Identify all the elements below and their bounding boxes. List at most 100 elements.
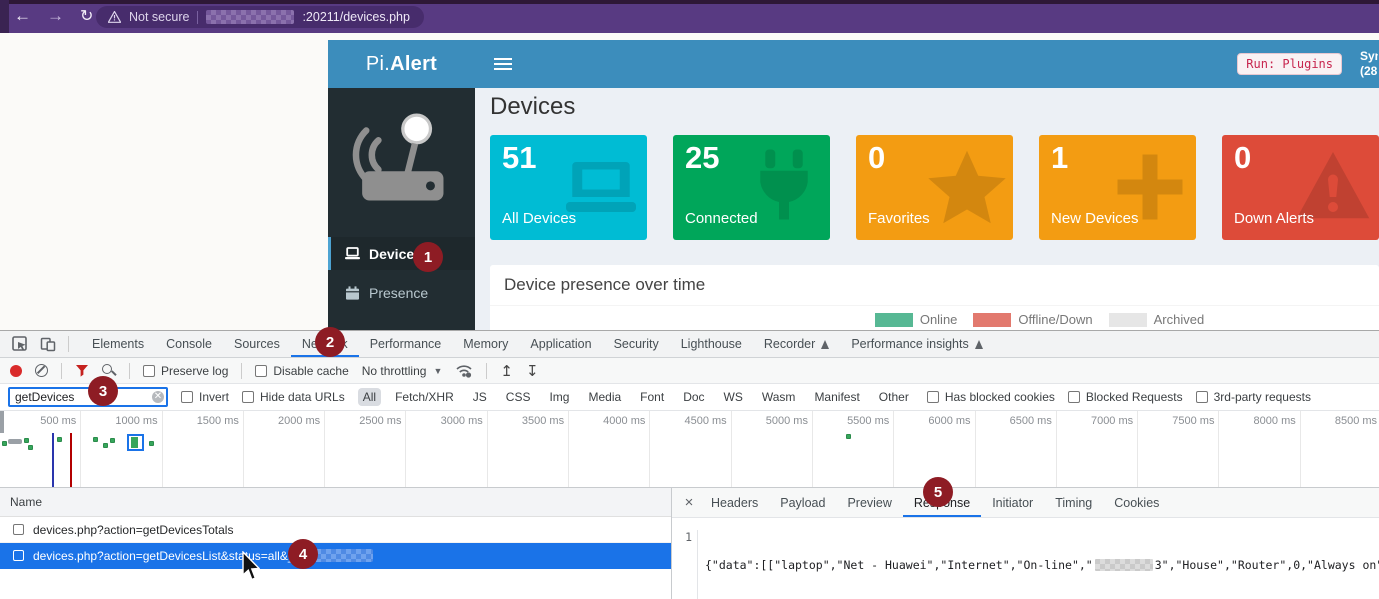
- checkbox[interactable]: [181, 391, 193, 403]
- card-favorites[interactable]: 0 Favorites: [856, 135, 1013, 240]
- disable-cache-checkbox[interactable]: Disable cache: [255, 364, 348, 378]
- devtools-tab[interactable]: Recorder: [753, 331, 840, 357]
- devtools-tab[interactable]: Sources: [223, 331, 291, 357]
- toolbar-divider: [129, 363, 130, 379]
- detail-tab[interactable]: Cookies: [1103, 488, 1170, 517]
- laptop-icon: [345, 247, 360, 260]
- clear-network-log-icon[interactable]: [35, 364, 48, 377]
- sidebar-item-presence[interactable]: Presence: [328, 276, 475, 309]
- filter-checkbox[interactable]: 3rd-party requests: [1196, 390, 1311, 404]
- response-body[interactable]: 1 {"data":[["laptop","Net - Huawei","Int…: [672, 518, 1379, 599]
- timeline-tick-label: 4500 ms: [650, 411, 731, 487]
- run-plugins-button[interactable]: Run: Plugins: [1237, 53, 1342, 75]
- preserve-log-checkbox[interactable]: Preserve log: [143, 364, 228, 378]
- request-detail-pane: × HeadersPayloadPreviewResponseInitiator…: [672, 488, 1379, 599]
- inspect-element-icon[interactable]: [12, 336, 28, 352]
- card-new-devices[interactable]: 1 New Devices: [1039, 135, 1196, 240]
- request-row-totals[interactable]: devices.php?action=getDevicesTotals: [0, 517, 671, 543]
- checkbox[interactable]: [13, 550, 24, 561]
- close-icon[interactable]: ×: [678, 488, 700, 517]
- filter-chip[interactable]: WS: [719, 388, 748, 406]
- timeline-mark: [110, 438, 115, 443]
- back-icon[interactable]: ←: [14, 6, 31, 26]
- timeline-scroll-handle[interactable]: [0, 411, 4, 433]
- hide-data-urls-checkbox[interactable]: Hide data URLs: [242, 390, 345, 404]
- network-overview-timeline[interactable]: 500 ms1000 ms1500 ms2000 ms2500 ms3000 m…: [0, 411, 1379, 488]
- chevron-down-icon: ▼: [433, 366, 442, 376]
- redacted-response-value: [1095, 559, 1153, 571]
- toolbar-divider: [61, 363, 62, 379]
- invert-checkbox[interactable]: Invert: [181, 390, 229, 404]
- card-label: Down Alerts: [1234, 210, 1314, 227]
- checkbox[interactable]: [255, 365, 267, 377]
- checkbox[interactable]: [1196, 391, 1208, 403]
- filter-chip[interactable]: Font: [635, 388, 669, 406]
- not-secure-warning-icon: [108, 11, 121, 23]
- filter-chip[interactable]: CSS: [501, 388, 536, 406]
- devtools-tab[interactable]: Application: [519, 331, 602, 357]
- detail-tab[interactable]: Timing: [1044, 488, 1103, 517]
- filter-chip[interactable]: Fetch/XHR: [390, 388, 459, 406]
- detail-tab[interactable]: Initiator: [981, 488, 1044, 517]
- filter-checkbox[interactable]: Blocked Requests: [1068, 390, 1183, 404]
- device-toolbar-icon[interactable]: [40, 336, 56, 352]
- legend-swatch: [1109, 313, 1147, 327]
- sidebar-item-devices[interactable]: Devices: [328, 237, 475, 270]
- network-conditions-icon[interactable]: [455, 364, 473, 378]
- timeline-tick-label: 1500 ms: [163, 411, 244, 487]
- devtools-tab[interactable]: Elements: [81, 331, 155, 357]
- forward-icon[interactable]: →: [47, 6, 64, 26]
- card-all-devices[interactable]: 51 All Devices: [490, 135, 647, 240]
- app-logo[interactable]: Pi.Alert: [328, 40, 475, 88]
- filter-chip[interactable]: JS: [468, 388, 492, 406]
- detail-tab[interactable]: Headers: [700, 488, 769, 517]
- card-down-alerts[interactable]: 0 Down Alerts: [1222, 135, 1379, 240]
- filter-chip[interactable]: Img: [544, 388, 574, 406]
- timeline-mark: [149, 441, 154, 446]
- network-toolbar: Preserve log Disable cache No throttling…: [0, 358, 1379, 384]
- extra-filter-checks: Has blocked cookies Blocked Requests 3rd…: [927, 390, 1311, 404]
- devtools-tab[interactable]: Memory: [452, 331, 519, 357]
- devtools-tab[interactable]: Console: [155, 331, 223, 357]
- devtools-tab[interactable]: Performance insights: [840, 331, 993, 357]
- filter-chip[interactable]: Media: [583, 388, 626, 406]
- legend-offline: Offline/Down: [973, 312, 1092, 327]
- checkbox[interactable]: [242, 391, 254, 403]
- filter-chip[interactable]: Manifest: [809, 388, 864, 406]
- calendar-icon: [345, 286, 360, 300]
- checkbox[interactable]: [927, 391, 939, 403]
- hamburger-icon[interactable]: [494, 58, 512, 73]
- detail-tab[interactable]: Preview: [836, 488, 902, 517]
- request-row-devices-list[interactable]: devices.php?action=getDevicesList&status…: [0, 543, 671, 569]
- sync-status-text: Syn (28,: [1360, 49, 1378, 79]
- brand-pi: Pi.: [366, 53, 390, 76]
- address-bar[interactable]: Not secure :20211/devices.php: [96, 6, 424, 28]
- checkbox[interactable]: [143, 365, 155, 377]
- devtools-tab[interactable]: Security: [603, 331, 670, 357]
- devtools-tab[interactable]: Performance: [359, 331, 453, 357]
- checkbox[interactable]: [13, 524, 24, 535]
- filter-chip[interactable]: All: [358, 388, 381, 406]
- filter-chip[interactable]: Wasm: [757, 388, 801, 406]
- devtools-tab[interactable]: Lighthouse: [670, 331, 753, 357]
- record-icon[interactable]: [10, 365, 22, 377]
- toolbar-divider: [68, 336, 69, 352]
- filter-chip[interactable]: Doc: [678, 388, 709, 406]
- filter-chip[interactable]: Other: [874, 388, 914, 406]
- clear-filter-icon[interactable]: ✕: [152, 391, 164, 403]
- filter-funnel-icon[interactable]: [75, 364, 89, 377]
- reload-icon[interactable]: ↻: [80, 6, 93, 26]
- address-divider: [197, 11, 198, 24]
- request-table-header[interactable]: Name: [0, 488, 671, 517]
- timeline-mark: [28, 445, 33, 450]
- detail-tab[interactable]: Payload: [769, 488, 836, 517]
- browser-chrome: ← → ↻ Not secure :20211/devices.php: [0, 0, 1379, 33]
- filter-checkbox[interactable]: Has blocked cookies: [927, 390, 1055, 404]
- devtools-panel: ElementsConsoleSourcesNetworkPerformance…: [0, 330, 1379, 599]
- export-har-icon[interactable]: ↧: [526, 362, 539, 380]
- checkbox[interactable]: [1068, 391, 1080, 403]
- card-value: 1: [1051, 140, 1068, 176]
- throttling-select[interactable]: No throttling ▼: [362, 364, 443, 378]
- card-connected[interactable]: 25 Connected: [673, 135, 830, 240]
- import-har-icon[interactable]: ↥: [500, 362, 513, 380]
